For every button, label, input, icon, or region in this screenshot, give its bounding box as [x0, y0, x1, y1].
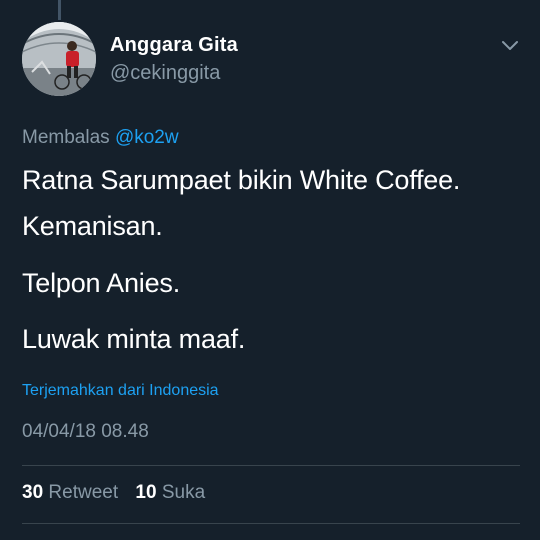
avatar[interactable] [22, 22, 96, 96]
chevron-down-icon[interactable] [499, 36, 521, 56]
reply-mention-link[interactable]: @ko2w [115, 127, 179, 148]
reply-context: Membalas @ko2w [22, 127, 179, 149]
like-count: 10 [135, 482, 157, 503]
thread-connector-line [58, 0, 61, 20]
divider-bottom [22, 523, 520, 524]
like-label: Suka [161, 482, 206, 503]
like-stat[interactable]: 10 Suka [135, 482, 205, 503]
user-handle[interactable]: @cekinggita [110, 62, 220, 85]
retweet-count: 30 [22, 482, 44, 503]
tweet-card: Anggara Gita @cekinggita Membalas @ko2w … [0, 0, 540, 540]
tweet-text-line-1: Ratna Sarumpaet bikin White Coffee. [22, 165, 461, 195]
tweet-timestamp[interactable]: 04/04/18 08.48 [22, 421, 149, 443]
reply-prefix: Membalas [22, 127, 110, 148]
engagement-stats: 30 Retweet 10 Suka [22, 482, 217, 504]
tweet-text-line-4: Luwak minta maaf. [22, 324, 246, 354]
tweet-text-line-3: Telpon Anies. [22, 268, 181, 298]
divider-top [22, 465, 520, 466]
user-display-name[interactable]: Anggara Gita [110, 34, 238, 57]
retweet-label: Retweet [48, 482, 119, 503]
translate-link[interactable]: Terjemahkan dari Indonesia [22, 382, 219, 400]
tweet-text-line-2: Kemanisan. [22, 211, 163, 241]
retweet-stat[interactable]: 30 Retweet [22, 482, 118, 503]
